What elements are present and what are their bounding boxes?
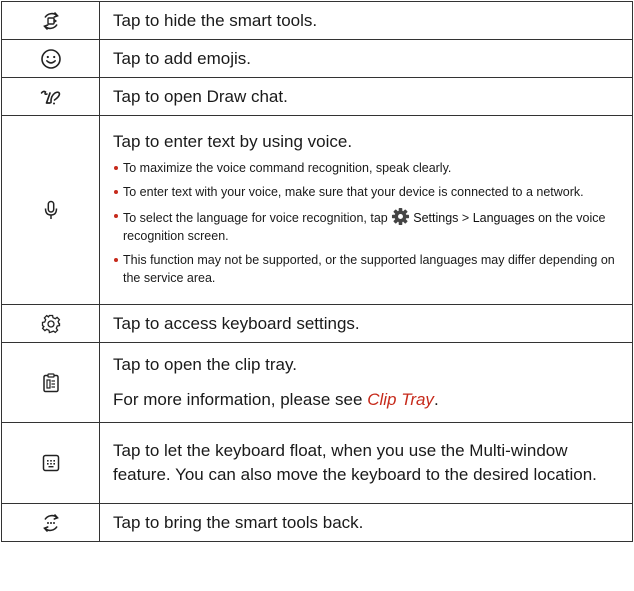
row-text: Tap to open the clip tray.	[113, 355, 297, 374]
bullet-item: This function may not be supported, or t…	[113, 251, 622, 287]
bullet-item: To enter text with your voice, make sure…	[113, 183, 622, 201]
icon-cell	[1, 39, 100, 78]
table-row: Tap to open the clip tray. For more info…	[1, 342, 633, 423]
settings-label: Settings	[413, 210, 459, 225]
icon-cell	[1, 77, 100, 116]
icon-cell	[1, 422, 100, 504]
row-text-block: Tap to enter text by using voice. To max…	[99, 115, 633, 305]
show-smart-tools-icon	[38, 510, 64, 536]
icon-cell	[1, 304, 100, 343]
more-info-period: .	[433, 390, 439, 409]
icon-cell	[1, 503, 100, 542]
bullet-list: To maximize the voice command recognitio…	[113, 159, 622, 287]
table-row: Tap to access keyboard settings.	[1, 304, 633, 343]
microphone-icon	[38, 197, 64, 223]
clip-tray-icon	[38, 370, 64, 396]
icon-cell	[1, 342, 100, 423]
row-text: Tap to open Draw chat.	[99, 77, 633, 116]
row-text: Tap to bring the smart tools back.	[99, 503, 633, 542]
bullet-item-settings: To select the language for voice recogni…	[113, 207, 622, 245]
smart-tools-table: Tap to hide the smart tools. Tap to add …	[1, 1, 633, 542]
row-text-block: Tap to open the clip tray. For more info…	[99, 342, 633, 423]
table-row: Tap to let the keyboard float, when you …	[1, 422, 633, 504]
emoji-icon	[38, 46, 64, 72]
table-row: Tap to enter text by using voice. To max…	[1, 115, 633, 305]
draw-chat-icon	[38, 84, 64, 110]
clip-tray-link[interactable]: Clip Tray	[367, 390, 434, 409]
separator: >	[461, 210, 470, 225]
row-text: Tap to enter text by using voice.	[113, 131, 353, 151]
table-row: Tap to bring the smart tools back.	[1, 503, 633, 542]
icon-cell	[1, 115, 100, 305]
row-text: Tap to let the keyboard float, when you …	[99, 422, 633, 504]
table-row: Tap to hide the smart tools.	[1, 1, 633, 40]
row-text: Tap to access keyboard settings.	[99, 304, 633, 343]
row-text: Tap to add emojis.	[99, 39, 633, 78]
hide-smart-tools-icon	[38, 8, 64, 34]
table-row: Tap to open Draw chat.	[1, 77, 633, 116]
floating-keyboard-icon	[38, 450, 64, 476]
settings-gear-icon	[391, 207, 410, 226]
table-row: Tap to add emojis.	[1, 39, 633, 78]
row-text: Tap to hide the smart tools.	[99, 1, 633, 40]
settings-gear-icon	[38, 311, 64, 337]
bullet-item: To maximize the voice command recognitio…	[113, 159, 622, 177]
more-info-text: For more information, please see	[113, 390, 363, 409]
icon-cell	[1, 1, 100, 40]
languages-label: Languages	[472, 210, 535, 225]
more-info: For more information, please see Clip Tr…	[113, 389, 622, 411]
bullet-text: To select the language for voice recogni…	[123, 210, 388, 225]
